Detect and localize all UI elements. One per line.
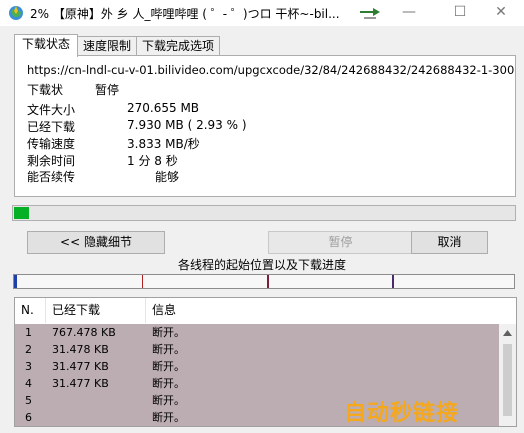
remaining-value: 1 分 8 秒 — [127, 154, 178, 168]
minimize-button[interactable]: — — [386, 0, 432, 26]
thread-progress-label: 各线程的起始位置以及下载进度 — [177, 258, 346, 272]
file-size-label: 文件大小 — [27, 103, 76, 117]
row-info: 断开。 — [152, 326, 185, 339]
list-item[interactable]: 1 767.478 KB 断开。 — [15, 324, 499, 341]
download-arrow-icon — [360, 8, 380, 19]
resume-label: 能否续传 — [27, 170, 76, 184]
scrollbar-thumb[interactable] — [503, 344, 512, 416]
thread-1-marker — [14, 275, 17, 288]
title-bar: 2% 【原神】外 乡 人_哔哩哔哩 ( ゜- ゜)つロ 干杯~-bil... —… — [0, 0, 524, 26]
tab-speed-limit[interactable]: 速度限制 — [77, 36, 137, 56]
window-title: 2% 【原神】外 乡 人_哔哩哔哩 ( ゜- ゜)つロ 干杯~-bil... — [30, 7, 340, 21]
thread-progress-bar — [13, 274, 515, 289]
row-number: 4 — [25, 377, 32, 390]
progress-bar — [12, 205, 516, 221]
remaining-label: 剩余时间 — [27, 154, 76, 168]
row-info: 断开。 — [152, 343, 185, 356]
scroll-up-icon[interactable] — [503, 330, 512, 336]
row-info: 断开。 — [152, 377, 185, 390]
row-downloaded: 31.477 KB — [52, 360, 109, 373]
tab-download-status[interactable]: 下载状态 — [14, 34, 78, 57]
row-number: 1 — [25, 326, 32, 339]
row-info: 断开。 — [152, 360, 185, 373]
maximize-button[interactable]: ☐ — [437, 0, 483, 26]
downloaded-label: 已经下载 — [27, 120, 76, 134]
column-header-number[interactable]: N. — [15, 298, 46, 323]
state-value: 暂停 — [95, 83, 120, 97]
list-item[interactable]: 3 31.477 KB 断开。 — [15, 358, 499, 375]
row-downloaded: 31.477 KB — [52, 377, 109, 390]
list-item[interactable]: 4 31.477 KB 断开。 — [15, 375, 499, 392]
row-number: 2 — [25, 343, 32, 356]
row-number: 3 — [25, 360, 32, 373]
tab-completion-options[interactable]: 下载完成选项 — [136, 36, 220, 56]
pause-button[interactable]: 暂停 — [268, 231, 413, 254]
list-scrollbar[interactable] — [499, 324, 516, 426]
file-size-value: 270.655 MB — [127, 101, 200, 115]
thread-4-marker — [392, 275, 394, 288]
row-downloaded: 31.478 KB — [52, 343, 109, 356]
speed-label: 传输速度 — [27, 137, 76, 151]
app-globe-icon — [9, 6, 23, 20]
row-number: 5 — [25, 394, 32, 407]
hide-details-button[interactable]: << 隐藏细节 — [27, 231, 165, 254]
thread-2-marker — [142, 275, 143, 288]
progress-fill — [14, 207, 29, 219]
row-info: 断开。 — [152, 411, 185, 424]
state-label: 下载状 — [27, 83, 64, 97]
status-panel: https://cn-lndl-cu-v-01.bilivideo.com/up… — [14, 55, 516, 197]
downloaded-value: 7.930 MB ( 2.93 % ) — [127, 118, 247, 132]
column-header-info[interactable]: 信息 — [146, 298, 499, 323]
thread-3-marker — [267, 275, 269, 288]
column-header-downloaded[interactable]: 已经下载 — [46, 298, 146, 323]
download-url: https://cn-lndl-cu-v-01.bilivideo.com/up… — [27, 63, 515, 77]
row-number: 6 — [25, 411, 32, 424]
row-info: 断开。 — [152, 394, 185, 407]
cancel-button[interactable]: 取消 — [411, 231, 488, 254]
thread-list-header: N. 已经下载 信息 — [15, 298, 516, 323]
close-button[interactable]: ✕ — [478, 0, 524, 26]
speed-value: 3.833 MB/秒 — [127, 137, 200, 151]
row-downloaded: 767.478 KB — [52, 326, 116, 339]
watermark-logo: 自动秒链接 — [344, 401, 460, 426]
resume-value: 能够 — [155, 170, 180, 184]
list-item[interactable]: 2 31.478 KB 断开。 — [15, 341, 499, 358]
